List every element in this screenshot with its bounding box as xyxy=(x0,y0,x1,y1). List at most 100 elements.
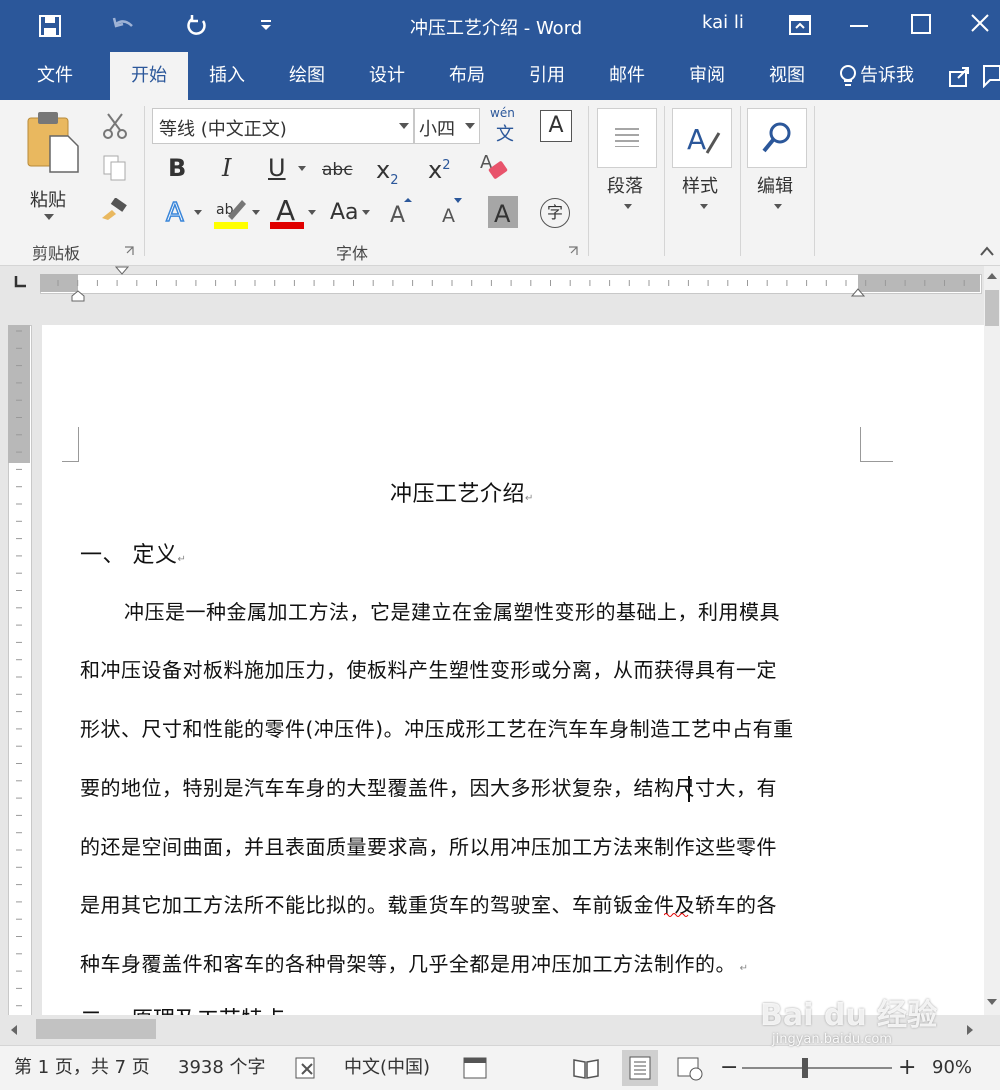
user-name[interactable]: kai li xyxy=(702,12,744,33)
body-line-4[interactable]: 要的地位，特别是汽车车身的大型覆盖件，因大多形状复杂，结构尺寸大，有 xyxy=(80,772,777,801)
editing-dropdown-icon[interactable] xyxy=(774,204,782,210)
paste-label[interactable]: 粘贴 xyxy=(30,186,66,212)
scroll-left-icon[interactable] xyxy=(10,1025,18,1035)
tab-home[interactable]: 开始 xyxy=(110,52,188,100)
tab-references[interactable]: 引用 xyxy=(510,52,584,100)
save-icon[interactable] xyxy=(38,14,62,38)
zoom-level[interactable]: 90% xyxy=(932,1046,972,1090)
tab-mailings[interactable]: 邮件 xyxy=(590,52,664,100)
body-line-7[interactable]: 种车身覆盖件和客车的各种骨架等，几乎全都是用冲压加工方法制作的。 ↵ xyxy=(80,948,749,977)
editing-label[interactable]: 编辑 xyxy=(757,172,793,198)
ribbon-display-options-icon[interactable] xyxy=(788,14,812,36)
styles-label[interactable]: 样式 xyxy=(682,172,718,198)
customize-qat-icon[interactable] xyxy=(259,20,273,32)
underline-dropdown-icon[interactable] xyxy=(298,166,306,172)
zoom-in-button[interactable]: + xyxy=(898,1046,916,1090)
heading-definition[interactable]: 一、 定义↵ xyxy=(80,537,186,569)
body-line-2[interactable]: 和冲压设备对板料施加压力，使板料产生塑性变形或分离，从而获得具有一定 xyxy=(80,654,777,683)
scroll-up-icon[interactable] xyxy=(987,272,997,280)
web-layout-icon[interactable] xyxy=(676,1056,704,1082)
tab-selector-icon[interactable] xyxy=(10,272,30,292)
text-effects-icon[interactable]: A xyxy=(164,196,192,226)
zoom-slider-track[interactable] xyxy=(742,1067,892,1069)
subscript-button[interactable]: x2 xyxy=(376,156,398,188)
character-shading-icon[interactable]: A xyxy=(488,196,518,228)
font-launcher-icon[interactable] xyxy=(568,246,578,256)
enclose-characters-button[interactable]: 字 xyxy=(540,198,570,228)
tab-view[interactable]: 视图 xyxy=(750,52,824,100)
scroll-right-icon[interactable] xyxy=(966,1025,974,1035)
hanging-indent-marker[interactable] xyxy=(71,290,85,302)
body-line-3[interactable]: 形状、尺寸和性能的零件(冲压件)。冲压成形工艺在汽车车身制造工艺中占有重 xyxy=(80,713,794,742)
format-painter-icon[interactable] xyxy=(100,198,128,222)
tab-review[interactable]: 审阅 xyxy=(670,52,744,100)
language[interactable]: 中文(中国) xyxy=(344,1046,430,1090)
tab-draw[interactable]: 绘图 xyxy=(270,52,344,100)
shrink-font-icon[interactable]: A xyxy=(440,196,466,226)
strikethrough-button[interactable]: abc xyxy=(322,160,353,180)
word-count[interactable]: 3938 个字 xyxy=(178,1046,266,1090)
heading-principle-partial[interactable]: 二、 原理及工艺特点 xyxy=(80,1002,285,1015)
zoom-out-button[interactable]: − xyxy=(720,1046,738,1090)
tab-design[interactable]: 设计 xyxy=(350,52,424,100)
highlight-icon[interactable]: ab xyxy=(214,196,248,230)
document-title[interactable]: 冲压工艺介绍↵ xyxy=(390,476,534,508)
collapse-ribbon-icon[interactable] xyxy=(980,246,994,256)
paragraph-dropdown-icon[interactable] xyxy=(624,204,632,210)
horizontal-scroll-thumb[interactable] xyxy=(36,1019,156,1039)
change-case-dropdown-icon[interactable] xyxy=(362,210,370,216)
cut-icon[interactable] xyxy=(102,112,128,140)
text-effects-dropdown-icon[interactable] xyxy=(194,210,202,216)
close-icon[interactable] xyxy=(970,13,990,33)
redo-icon[interactable] xyxy=(184,13,210,39)
print-layout-button[interactable] xyxy=(622,1050,658,1086)
character-border-button[interactable]: A xyxy=(540,110,572,142)
body-line-5[interactable]: 的还是空间曲面，并且表面质量要求高，所以用冲压加工方法来制作这些零件 xyxy=(80,831,777,860)
read-mode-icon[interactable] xyxy=(572,1056,600,1080)
maximize-icon[interactable] xyxy=(911,14,931,34)
tab-insert[interactable]: 插入 xyxy=(190,52,264,100)
vertical-ruler[interactable] xyxy=(0,325,40,1017)
zoom-slider-thumb[interactable] xyxy=(802,1058,808,1078)
font-color-icon[interactable]: A xyxy=(270,194,304,230)
italic-button[interactable]: I xyxy=(222,154,231,182)
copy-icon[interactable] xyxy=(102,154,128,182)
paragraph-button[interactable] xyxy=(597,108,657,168)
grow-font-icon[interactable]: A xyxy=(388,196,414,226)
page-count[interactable]: 第 1 页，共 7 页 xyxy=(14,1046,150,1090)
font-size-box[interactable]: 小四 xyxy=(414,108,480,144)
bold-button[interactable]: B xyxy=(168,154,186,182)
vertical-scroll-thumb[interactable] xyxy=(985,290,999,326)
minimize-icon[interactable] xyxy=(850,25,868,27)
font-size-dropdown-icon[interactable] xyxy=(465,123,475,131)
change-case-button[interactable]: Aa xyxy=(330,200,359,225)
proofing-icon[interactable] xyxy=(294,1056,320,1080)
scroll-down-icon[interactable] xyxy=(987,998,997,1006)
editing-button[interactable] xyxy=(747,108,807,168)
clear-formatting-icon[interactable]: A xyxy=(478,150,510,186)
paste-dropdown-icon[interactable] xyxy=(44,214,54,222)
first-line-indent-marker[interactable] xyxy=(115,266,129,276)
styles-button[interactable]: A xyxy=(672,108,732,168)
vertical-scrollbar[interactable] xyxy=(984,266,1000,1015)
font-name-dropdown-icon[interactable] xyxy=(399,123,409,131)
undo-icon[interactable] xyxy=(110,14,136,38)
highlight-dropdown-icon[interactable] xyxy=(252,210,260,216)
font-color-dropdown-icon[interactable] xyxy=(308,210,316,216)
paste-icon[interactable] xyxy=(24,110,82,174)
tell-me-search[interactable]: 告诉我 xyxy=(860,52,926,100)
paragraph-label[interactable]: 段落 xyxy=(607,172,643,198)
underline-button[interactable]: U xyxy=(268,154,286,182)
styles-dropdown-icon[interactable] xyxy=(700,204,708,210)
comments-icon[interactable] xyxy=(982,64,1000,88)
clipboard-launcher-icon[interactable] xyxy=(124,246,134,256)
horizontal-ruler[interactable] xyxy=(0,266,1000,302)
font-name-box[interactable]: 等线 (中文正文) xyxy=(152,108,414,144)
tab-file[interactable]: 文件 xyxy=(18,52,92,100)
body-line-1[interactable]: 冲压是一种金属加工方法，它是建立在金属塑性变形的基础上，利用模具 xyxy=(124,596,780,625)
tab-layout[interactable]: 布局 xyxy=(430,52,504,100)
phonetic-guide-button[interactable]: wén 文 xyxy=(490,106,522,146)
superscript-button[interactable]: x2 xyxy=(428,156,450,184)
right-indent-marker[interactable] xyxy=(851,288,865,298)
macro-icon[interactable] xyxy=(462,1056,488,1080)
